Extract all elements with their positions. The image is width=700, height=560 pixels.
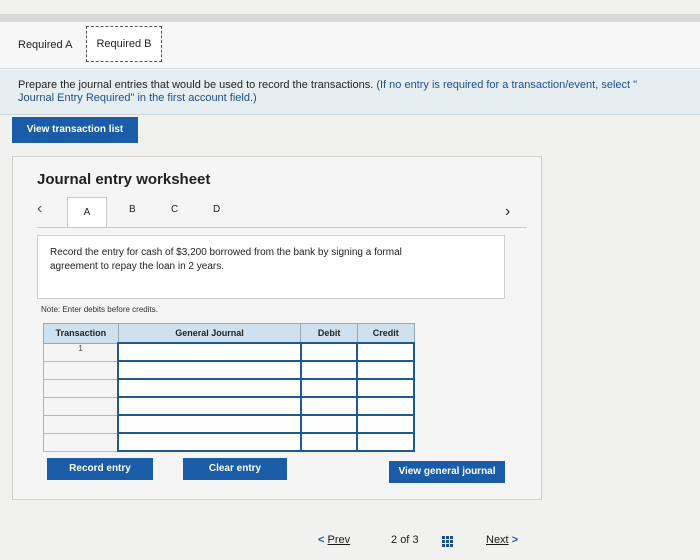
debit-credit-note: Note: Enter debits before credits. [41,305,158,314]
table-row [43,396,415,416]
transaction-cell: 1 [43,342,119,362]
debit-input[interactable] [299,396,359,416]
page-of: of [400,534,410,546]
view-general-journal-button[interactable]: View general journal [389,461,505,483]
next-button[interactable]: Next > [486,534,518,546]
requirement-tabs: Required A Required B [0,22,700,69]
top-bar [0,14,700,22]
instructions-note-2: Journal Entry Required" in the first acc… [18,92,257,104]
transaction-cell [43,396,119,416]
transaction-cell [43,378,119,398]
credit-input[interactable] [356,432,415,452]
transaction-cell [43,414,119,434]
prev-button[interactable]: < Prev [318,534,350,546]
page-indicator: 2 of 3 [391,534,419,546]
record-entry-button[interactable]: Record entry [47,458,153,480]
subtab-a[interactable]: A [67,197,107,227]
chevron-right-icon: > [511,534,519,546]
table-row [43,414,415,434]
table-row [43,432,415,452]
credit-input[interactable] [356,396,415,416]
tab-required-b[interactable]: Required B [86,26,162,62]
view-transaction-list-button[interactable]: View transaction list [12,117,138,143]
grid-icon[interactable] [442,536,454,548]
prev-label: Prev [327,534,351,546]
transaction-description-box: Record the entry for cash of $3,200 borr… [37,235,505,299]
journal-table: Transaction General Journal Debit Credit… [43,323,415,452]
instructions-text: Prepare the journal entries that would b… [18,79,700,105]
worksheet-title: Journal entry worksheet [37,171,211,188]
tab-required-a[interactable]: Required A [18,39,72,51]
chevron-left-icon: < [318,534,325,546]
account-input[interactable] [117,396,302,416]
chevron-left-icon[interactable]: ‹ [37,200,42,218]
table-row [43,360,415,380]
clear-entry-button[interactable]: Clear entry [183,458,287,480]
account-input[interactable] [117,432,302,452]
table-row: 1 [43,342,415,362]
credit-input[interactable] [356,360,415,380]
chevron-right-icon[interactable]: › [505,203,510,221]
table-header-row: Transaction General Journal Debit Credit [43,323,415,344]
account-input[interactable] [117,414,302,434]
debit-input[interactable] [299,360,359,380]
instructions-banner: Prepare the journal entries that would b… [0,70,700,115]
account-input[interactable] [117,360,302,380]
debit-input[interactable] [299,414,359,434]
instructions-main: Prepare the journal entries that would b… [18,79,377,91]
next-label: Next [486,534,509,546]
instructions-note-1: (If no entry is required for a transacti… [376,79,638,91]
worksheet-subtabs: ‹ A B C D › [37,197,527,228]
credit-input[interactable] [356,378,415,398]
header-transaction: Transaction [43,323,119,344]
debit-input[interactable] [299,378,359,398]
header-credit: Credit [356,323,415,344]
debit-input[interactable] [299,432,359,452]
subtab-d[interactable]: D [213,204,220,215]
account-input[interactable] [117,378,302,398]
page-total: 3 [412,534,419,546]
debit-input[interactable] [299,342,359,362]
page-current: 2 [391,534,398,546]
table-row [43,378,415,398]
subtab-b[interactable]: B [129,204,136,215]
account-input[interactable] [117,342,302,362]
transaction-description: Record the entry for cash of $3,200 borr… [50,247,402,272]
transaction-cell [43,360,119,380]
header-debit: Debit [300,323,358,344]
header-general-journal: General Journal [117,323,302,344]
journal-entry-worksheet-panel: Journal entry worksheet ‹ A B C D › Reco… [12,156,542,500]
subtab-c[interactable]: C [171,204,178,215]
credit-input[interactable] [356,342,415,362]
credit-input[interactable] [356,414,415,434]
transaction-cell [43,432,119,452]
